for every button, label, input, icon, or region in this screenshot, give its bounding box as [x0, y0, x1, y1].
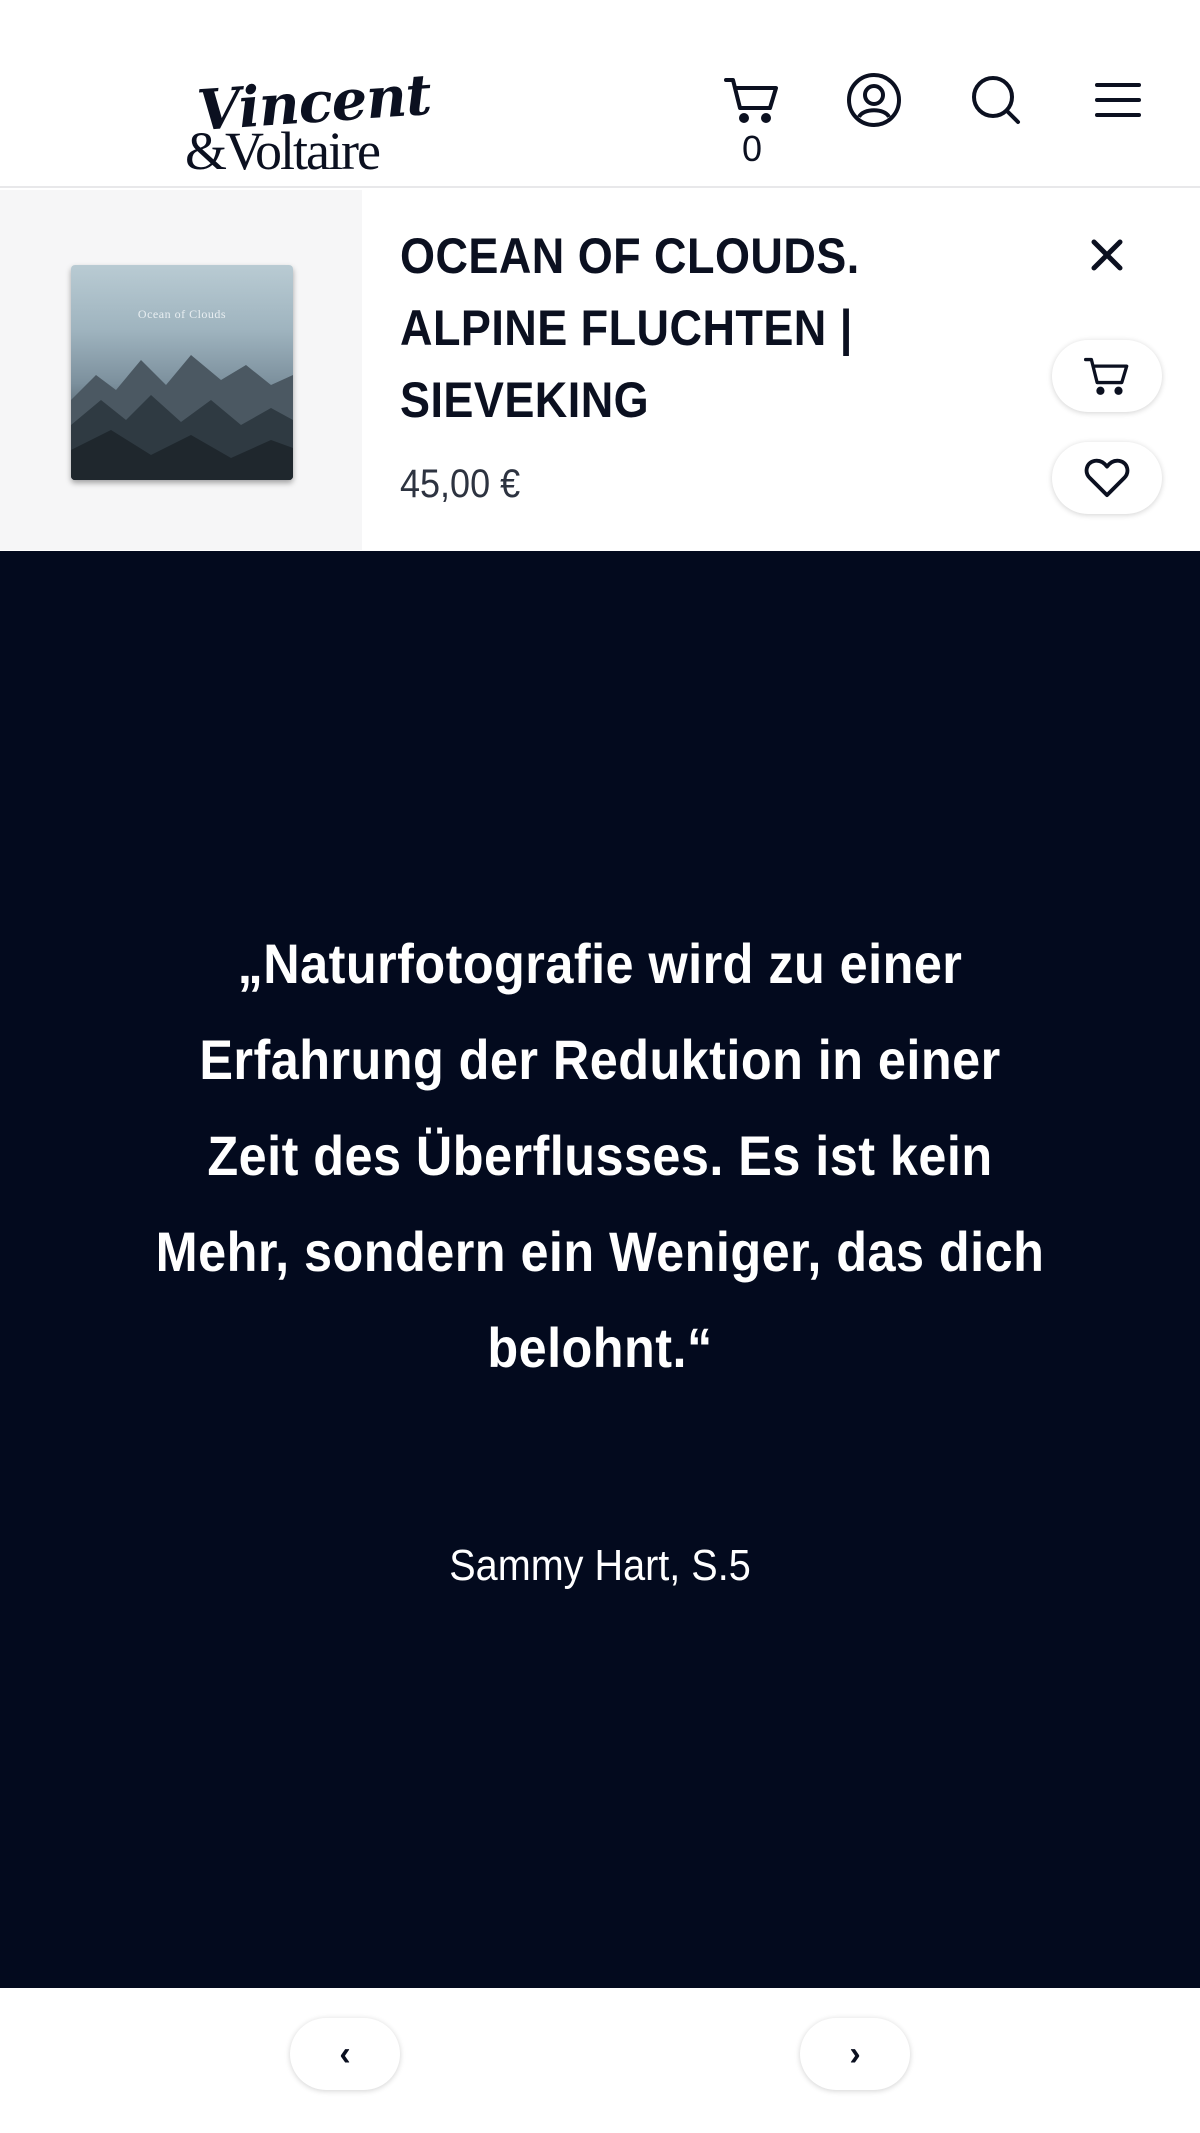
close-icon[interactable] — [1082, 230, 1132, 280]
cart-count: 0 — [741, 128, 763, 169]
add-to-cart-button[interactable] — [1052, 340, 1162, 412]
product-thumbnail-area: Ocean of Clouds — [0, 190, 362, 550]
pager: ‹ › — [0, 1988, 1200, 2133]
mountain-image — [71, 355, 293, 480]
thumbnail-title: Ocean of Clouds — [137, 307, 227, 321]
site-header: Vincent &Voltaire 0 — [0, 0, 1200, 188]
chevron-right-icon: › — [849, 2034, 861, 2073]
logo[interactable]: Vincent &Voltaire — [185, 62, 433, 181]
chevron-left-icon: ‹ — [339, 2034, 351, 2073]
quote-text: „Naturfotografie wird zu einer Erfahrung… — [155, 932, 1045, 1379]
product-price: 45,00 € — [400, 462, 521, 506]
product-thumbnail[interactable]: Ocean of Clouds — [71, 265, 293, 480]
wishlist-button[interactable] — [1052, 442, 1162, 514]
quote-section: „Naturfotografie wird zu einer Erfahrung… — [0, 551, 1200, 1988]
cart-icon[interactable] — [722, 70, 782, 130]
quote-text-block: „Naturfotografie wird zu einer Erfahrung… — [100, 916, 1100, 1396]
product-bar: Ocean of Clouds OCEAN OF CLOUDS. ALPINE … — [0, 190, 1200, 550]
menu-icon[interactable] — [1088, 70, 1148, 130]
previous-button[interactable]: ‹ — [290, 2018, 400, 2090]
product-title[interactable]: OCEAN OF CLOUDS. ALPINE FLUCHTEN | SIEVE… — [400, 220, 904, 436]
heart-icon — [1084, 458, 1130, 498]
user-icon[interactable] — [844, 70, 904, 130]
logo-line2: &Voltaire — [185, 121, 381, 181]
next-button[interactable]: › — [800, 2018, 910, 2090]
search-icon[interactable] — [966, 70, 1026, 130]
cart-icon — [1084, 357, 1129, 395]
quote-author: Sammy Hart, S.5 — [449, 1541, 751, 1590]
